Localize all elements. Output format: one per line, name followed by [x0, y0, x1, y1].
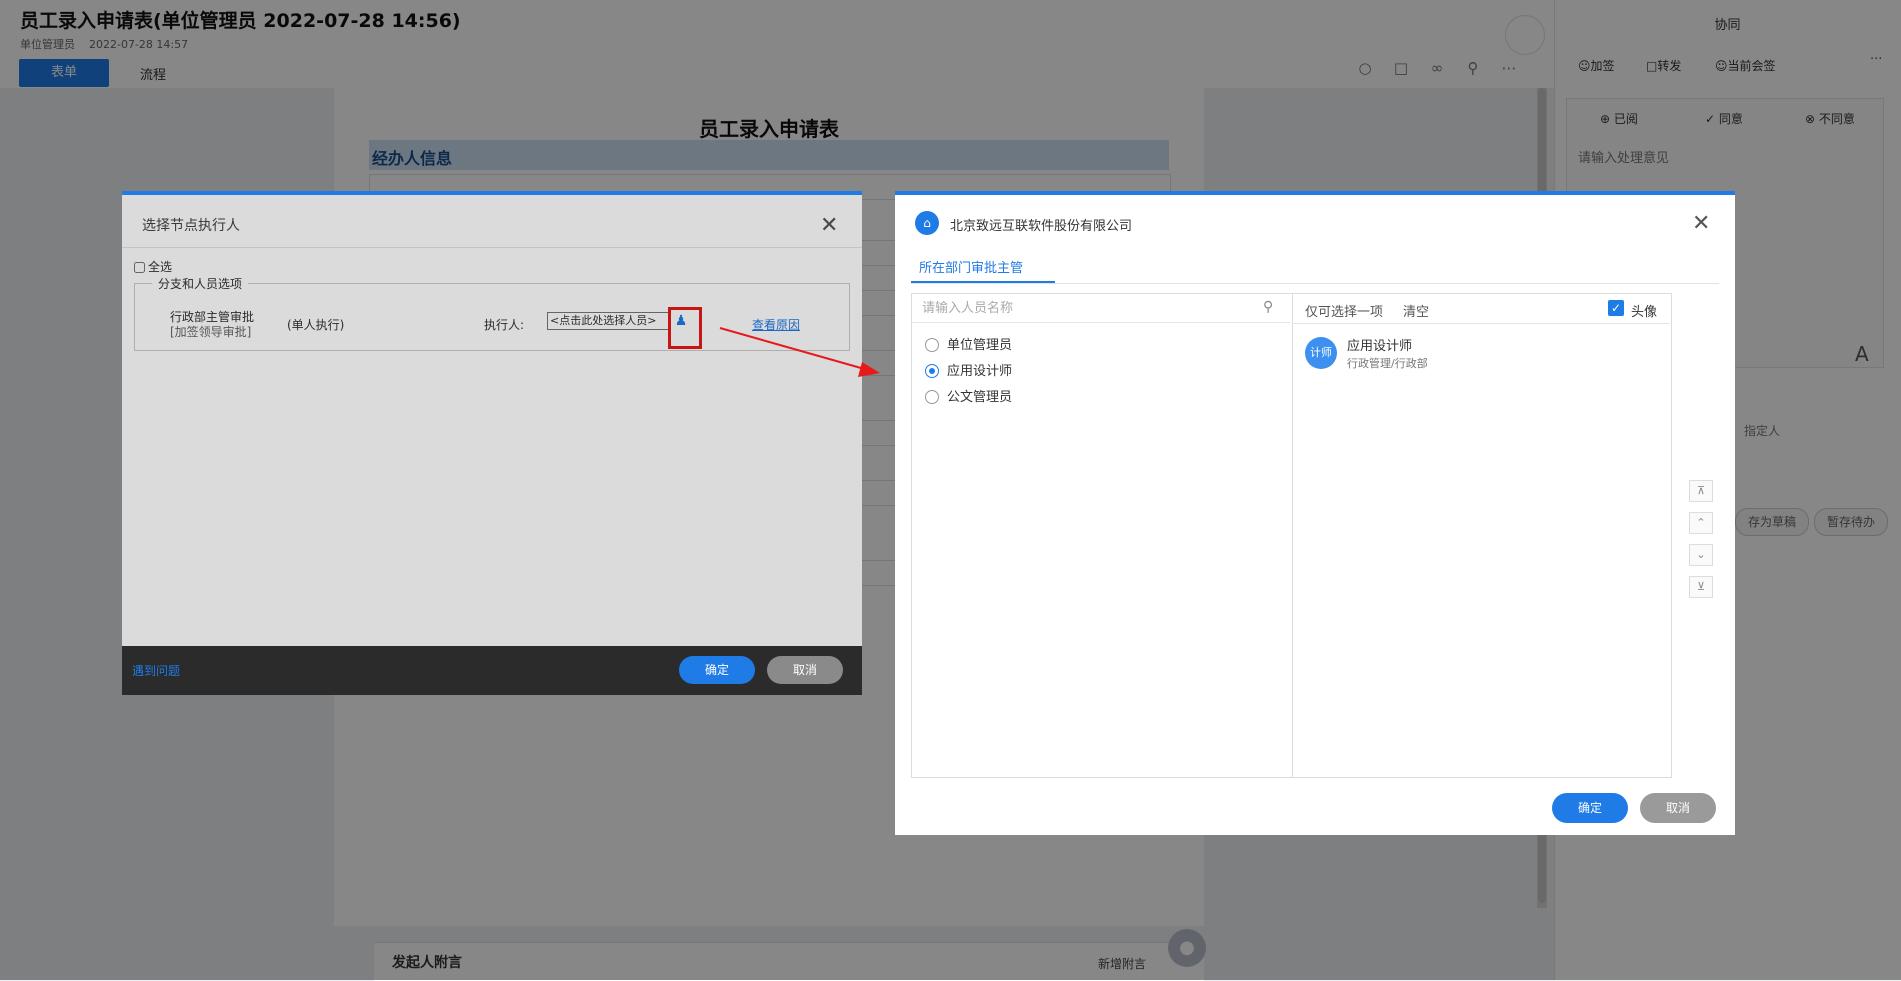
avatar: 计师	[1305, 337, 1337, 369]
radio-button[interactable]	[925, 338, 939, 352]
radio-button-selected[interactable]	[925, 364, 939, 378]
select-executor-dialog: 选择节点执行人 ✕ 全选 分支和人员选项 行政部主管审批 [加签领导审批] (单…	[122, 191, 862, 695]
search-icon[interactable]: ⚲	[1263, 299, 1273, 315]
tab-dept-approver[interactable]: 所在部门审批主管	[919, 257, 1023, 276]
selected-dept: 行政管理/行政部	[1347, 357, 1428, 370]
option-admin[interactable]: 单位管理员	[925, 334, 1012, 354]
clear-link[interactable]: 清空	[1403, 301, 1429, 320]
tab-divider	[911, 283, 1719, 284]
search-input[interactable]	[912, 294, 1290, 323]
cancel-button[interactable]: 取消	[1640, 793, 1716, 823]
confirm-button[interactable]: 确定	[1552, 793, 1628, 823]
option-label: 单位管理员	[947, 338, 1013, 353]
move-top-icon[interactable]: ⊼	[1689, 480, 1713, 502]
tab-underline	[911, 281, 1055, 283]
confirm-button[interactable]: 确定	[679, 656, 755, 684]
home-icon: ⌂	[915, 211, 939, 235]
org-name: 北京致远互联软件股份有限公司	[950, 219, 1133, 234]
single-select-hint: 仅可选择一项	[1305, 305, 1384, 320]
avatar-label: 头像	[1631, 305, 1658, 320]
option-label: 应用设计师	[947, 364, 1013, 379]
avatar-checkbox[interactable]: ✓	[1608, 300, 1624, 316]
close-icon[interactable]: ✕	[1692, 211, 1710, 236]
move-bottom-icon[interactable]: ⊻	[1689, 576, 1713, 598]
option-label: 公文管理员	[947, 390, 1013, 405]
move-up-icon[interactable]: ⌃	[1689, 512, 1713, 534]
radio-button[interactable]	[925, 390, 939, 404]
person-select-dialog: ⌂ 北京致远互联软件股份有限公司 ✕ 所在部门审批主管 ⚲ 单位管理员 应用设计…	[895, 191, 1735, 835]
option-doc-admin[interactable]: 公文管理员	[925, 386, 1012, 406]
move-down-icon[interactable]: ⌄	[1689, 544, 1713, 566]
dialog-dim	[122, 195, 862, 695]
help-link[interactable]: 遇到问题	[132, 662, 180, 679]
option-designer[interactable]: 应用设计师	[925, 360, 1012, 380]
cancel-button[interactable]: 取消	[767, 656, 843, 684]
selected-name[interactable]: 应用设计师	[1347, 335, 1412, 354]
